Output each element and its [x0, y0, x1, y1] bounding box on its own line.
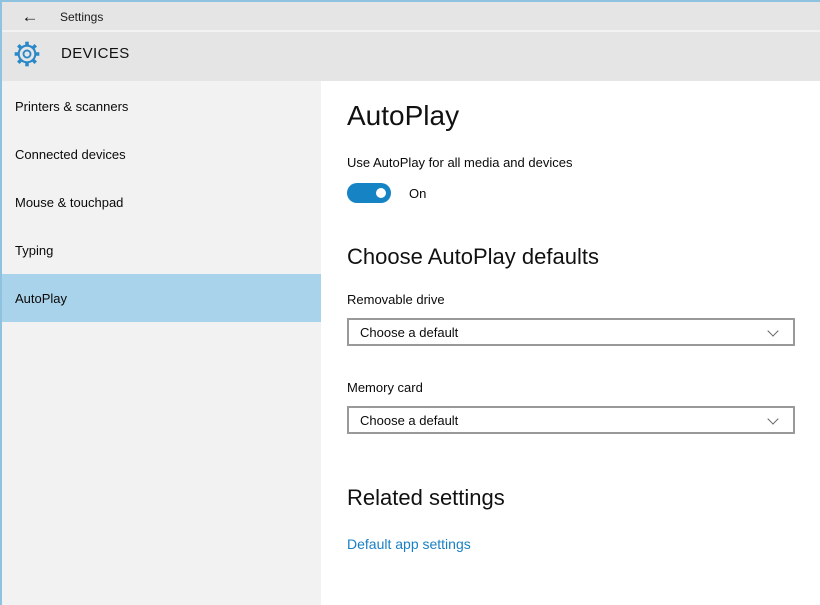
- back-arrow-icon[interactable]: ←: [18, 4, 42, 30]
- autoplay-toggle[interactable]: [347, 183, 391, 203]
- settings-window: ← Settings DEVICES Printers & scanners C…: [0, 0, 820, 605]
- sidebar-item-autoplay[interactable]: AutoPlay: [2, 274, 321, 322]
- defaults-heading: Choose AutoPlay defaults: [347, 244, 599, 269]
- related-settings-heading: Related settings: [347, 485, 505, 510]
- chevron-down-icon: [767, 413, 779, 425]
- memory-card-dropdown[interactable]: Choose a default: [347, 406, 795, 434]
- removable-drive-dropdown-value: Choose a default: [360, 324, 459, 340]
- sidebar-item-mouse-touchpad[interactable]: Mouse & touchpad: [2, 178, 321, 226]
- app-header: DEVICES: [2, 32, 820, 79]
- sidebar-item-printers-scanners[interactable]: Printers & scanners: [2, 82, 321, 130]
- titlebar: ← Settings: [2, 2, 820, 32]
- chevron-down-icon: [767, 325, 779, 337]
- content-pane: AutoPlay Use AutoPlay for all media and …: [321, 81, 820, 605]
- sidebar-item-typing[interactable]: Typing: [2, 226, 321, 274]
- window-title: Settings: [60, 10, 104, 24]
- toggle-row: On: [347, 183, 820, 203]
- sidebar-item-connected-devices[interactable]: Connected devices: [2, 130, 321, 178]
- page-title: DEVICES: [61, 45, 130, 62]
- page-heading: AutoPlay: [347, 100, 460, 131]
- gear-icon: [13, 40, 41, 68]
- toggle-knob-icon: [376, 188, 386, 198]
- memory-card-dropdown-value: Choose a default: [360, 412, 459, 428]
- removable-drive-label: Removable drive: [347, 292, 445, 307]
- removable-drive-dropdown[interactable]: Choose a default: [347, 318, 795, 346]
- default-app-settings-link[interactable]: Default app settings: [347, 536, 471, 553]
- header: ← Settings DEVICES: [2, 2, 820, 81]
- sidebar: Printers & scanners Connected devices Mo…: [2, 81, 321, 605]
- memory-card-label: Memory card: [347, 380, 423, 395]
- autoplay-toggle-label: Use AutoPlay for all media and devices: [347, 155, 573, 170]
- toggle-state-label: On: [409, 185, 427, 201]
